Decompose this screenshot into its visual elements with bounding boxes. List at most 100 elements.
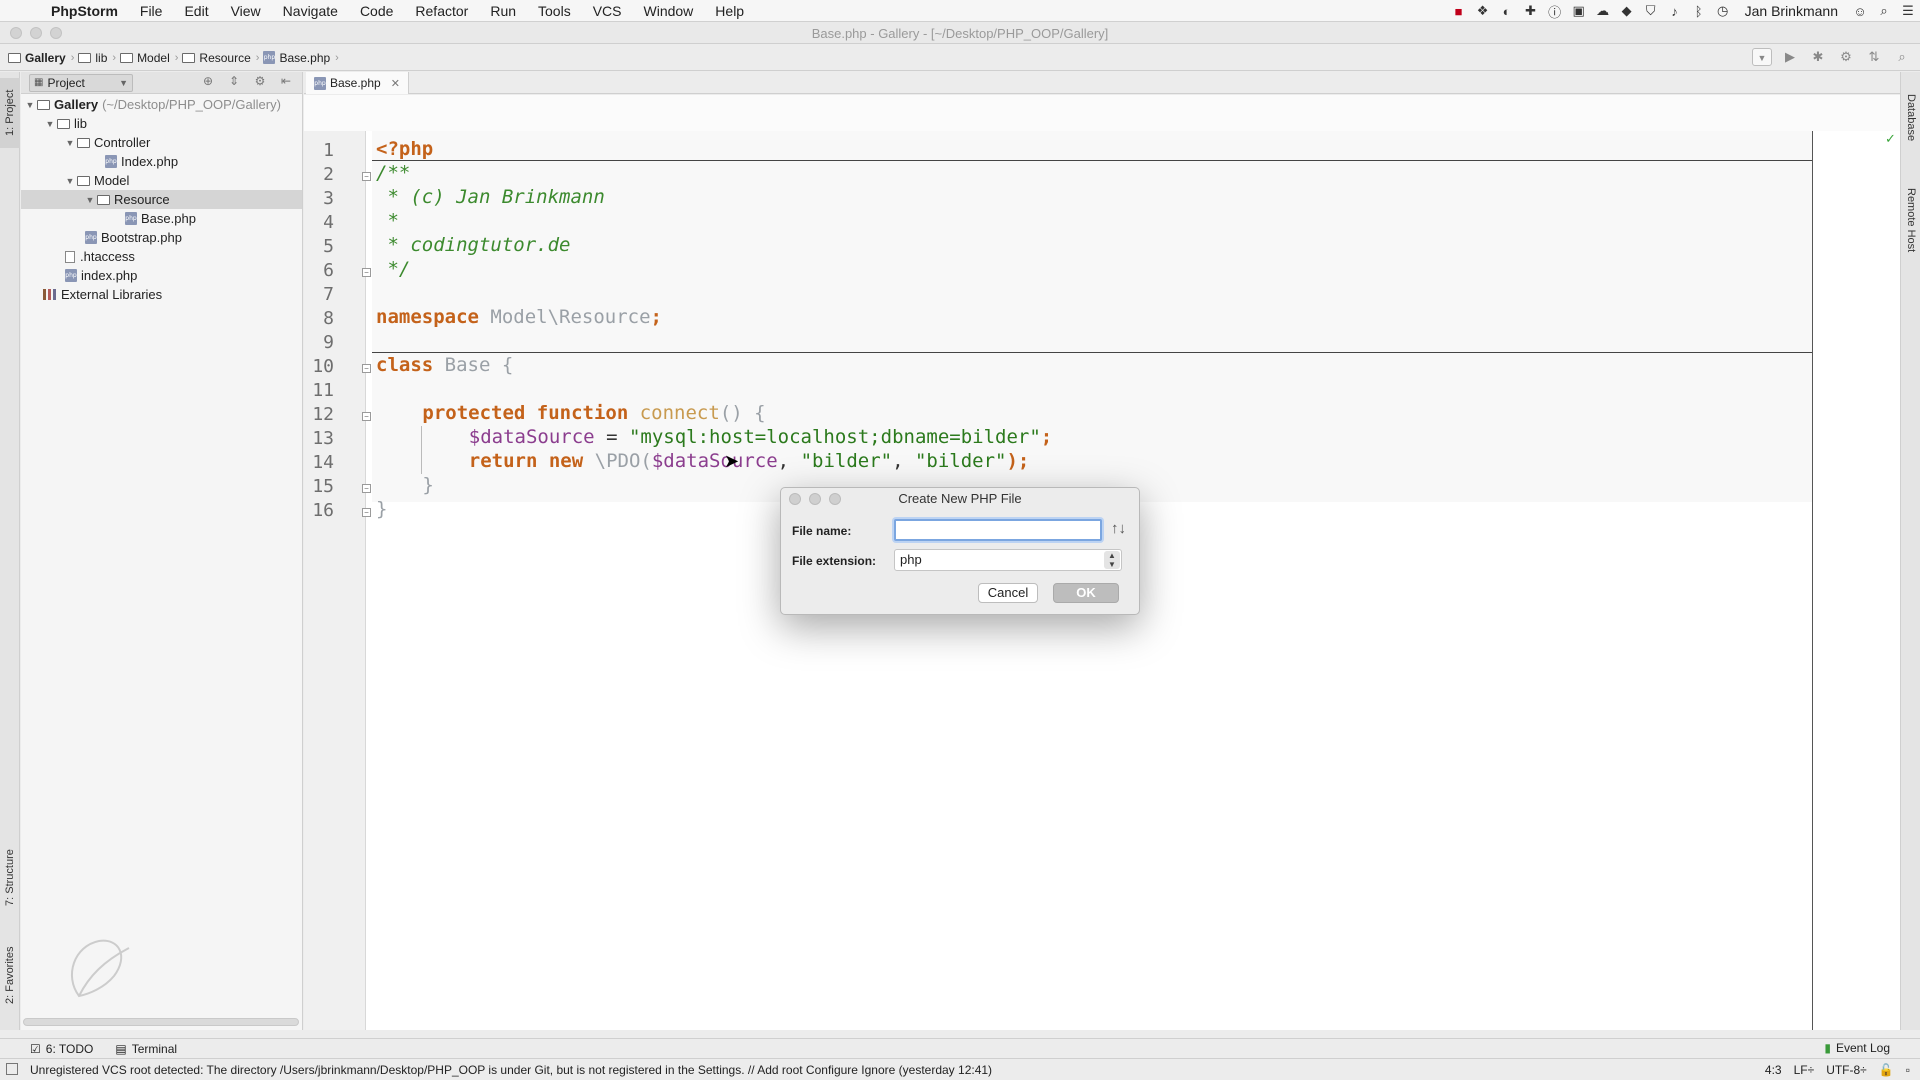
code-line-4[interactable]: * — [376, 209, 398, 233]
caret-position[interactable]: 4:3 — [1765, 1063, 1782, 1077]
expanded-arrow-icon[interactable]: ▼ — [63, 138, 77, 148]
tree-item-resource[interactable]: ▼ Resource — [21, 190, 302, 209]
hide-panel-icon[interactable]: ⇤ — [276, 74, 296, 88]
collapse-all-icon[interactable]: ⇕ — [224, 74, 244, 88]
menu-file[interactable]: File — [129, 3, 174, 19]
menu-run[interactable]: Run — [479, 3, 527, 19]
tree-item-gallery[interactable]: ▼ Gallery (~/Desktop/PHP_OOP/Gallery) — [21, 95, 302, 114]
breadcrumb-base-php[interactable]: php Base.php › — [263, 51, 339, 65]
scroll-from-source-icon[interactable]: ⊕ — [198, 74, 218, 88]
search-everywhere-icon[interactable]: ⌕ — [1892, 48, 1912, 66]
tree-item-lib[interactable]: ▼ lib — [21, 114, 302, 133]
tab-project[interactable]: 1: Project — [0, 78, 20, 148]
code-line-10[interactable]: class Base { — [376, 353, 513, 377]
tree-item-bootstrap-php[interactable]: php Bootstrap.php — [21, 228, 302, 247]
menu-tools[interactable]: Tools — [527, 3, 582, 19]
volume-icon[interactable]: ♪ — [1663, 4, 1687, 19]
tree-item-base-php[interactable]: php Base.php — [21, 209, 302, 228]
user-name[interactable]: Jan Brinkmann — [1735, 3, 1848, 19]
inspection-ok-icon[interactable]: ✓ — [1885, 131, 1896, 147]
tree-item-external-libraries[interactable]: External Libraries — [21, 285, 302, 304]
fold-marker-icon[interactable]: − — [362, 268, 371, 277]
code-line-16[interactable]: } — [376, 497, 387, 521]
fold-marker-icon[interactable]: − — [362, 484, 371, 493]
expanded-arrow-icon[interactable]: ▼ — [83, 195, 97, 205]
memory-indicator-icon[interactable]: ▫ — [1906, 1063, 1910, 1077]
menu-app-phpstorm[interactable]: PhpStorm — [40, 3, 129, 19]
menu-help[interactable]: Help — [704, 3, 755, 19]
code-line-8[interactable]: namespace Model\Resource; — [376, 305, 662, 329]
tab-favorites[interactable]: 2: Favorites — [0, 932, 20, 1018]
time-machine-icon[interactable]: ◷ — [1711, 3, 1735, 19]
plus-icon[interactable]: ✚ — [1519, 3, 1543, 19]
ok-button[interactable]: OK — [1053, 583, 1119, 603]
lock-icon[interactable]: 🔓 — [1879, 1063, 1894, 1077]
tree-item-htaccess[interactable]: .htaccess — [21, 247, 302, 266]
code-line-6[interactable]: */ — [376, 257, 410, 281]
tool-windows-toggle-icon[interactable] — [6, 1063, 18, 1075]
tab-database[interactable]: Database — [1901, 78, 1920, 158]
menu-vcs[interactable]: VCS — [582, 3, 633, 19]
code-line-1[interactable]: <?php — [376, 137, 433, 161]
breadcrumb-resource[interactable]: Resource › — [182, 51, 259, 65]
file-encoding[interactable]: UTF-8÷ — [1826, 1063, 1867, 1077]
code-line-12[interactable]: protected function connect() { — [422, 401, 765, 425]
gear-icon[interactable]: ⚙ — [250, 74, 270, 88]
breadcrumb-model[interactable]: Model › — [120, 51, 178, 65]
breadcrumb-gallery[interactable]: Gallery › — [8, 51, 74, 65]
debug-icon[interactable]: ✱ — [1808, 48, 1828, 66]
fold-marker-icon[interactable]: − — [362, 508, 371, 517]
status-message[interactable]: Unregistered VCS root detected: The dire… — [30, 1063, 992, 1077]
code-line-13[interactable]: $dataSource = "mysql:host=localhost;dbna… — [469, 425, 1052, 449]
editor-tab-base-php[interactable]: php Base.php ✕ — [306, 72, 409, 94]
horizontal-scrollbar[interactable] — [23, 1018, 299, 1026]
close-tab-icon[interactable]: ✕ — [391, 77, 400, 90]
bluetooth-icon[interactable]: ᛒ — [1687, 4, 1711, 19]
leaf-icon[interactable]: ◐ — [1495, 4, 1519, 19]
elephant-icon[interactable]: ◆ — [1615, 3, 1639, 19]
line-separator[interactable]: LF÷ — [1794, 1063, 1815, 1077]
tree-item-index-php-controller[interactable]: php Index.php — [21, 152, 302, 171]
file-extension-select[interactable]: php ▲ ▼ — [894, 549, 1122, 571]
tab-terminal[interactable]: ▤ Terminal — [115, 1042, 177, 1056]
expanded-arrow-icon[interactable]: ▼ — [43, 119, 57, 129]
info-icon[interactable]: ⓘ — [1543, 2, 1567, 21]
notification-center-icon[interactable]: ☰ — [1896, 3, 1920, 19]
code-line-2[interactable]: /** — [376, 161, 410, 185]
vcs-update-icon[interactable]: ⇅ — [1864, 48, 1884, 66]
tab-remote-host[interactable]: Remote Host — [1901, 172, 1920, 268]
book-icon[interactable]: ▣ — [1567, 3, 1591, 19]
menu-view[interactable]: View — [220, 3, 272, 19]
tree-item-model[interactable]: ▼ Model — [21, 171, 302, 190]
menu-window[interactable]: Window — [633, 3, 705, 19]
fold-marker-icon[interactable]: − — [362, 412, 371, 421]
menu-refactor[interactable]: Refactor — [404, 3, 479, 19]
code-line-3[interactable]: * (c) Jan Brinkmann — [376, 185, 604, 209]
menu-code[interactable]: Code — [349, 3, 404, 19]
cloud-icon[interactable]: ☁ — [1591, 3, 1615, 19]
cancel-button[interactable]: Cancel — [978, 583, 1038, 603]
record-icon[interactable]: ■ — [1447, 4, 1471, 19]
tree-item-controller[interactable]: ▼ Controller — [21, 133, 302, 152]
dropbox-icon[interactable]: ❖ — [1471, 3, 1495, 19]
fold-marker-icon[interactable]: − — [362, 364, 371, 373]
code-line-14[interactable]: return new \PDO($dataSource, "bilder", "… — [469, 449, 1030, 473]
project-view-selector[interactable]: ▦ Project ▼ — [29, 73, 133, 92]
menu-edit[interactable]: Edit — [173, 3, 219, 19]
tree-item-index-php[interactable]: php index.php — [21, 266, 302, 285]
code-line-15[interactable]: } — [422, 473, 433, 497]
tab-event-log[interactable]: ▮ Event Log — [1824, 1041, 1890, 1055]
file-name-input[interactable] — [894, 519, 1102, 541]
shield-icon[interactable]: ⛉ — [1639, 3, 1663, 19]
dialog-close-button[interactable] — [789, 493, 801, 505]
tab-structure[interactable]: 7: Structure — [0, 836, 20, 920]
fold-marker-icon[interactable]: − — [362, 172, 371, 181]
breadcrumb-lib[interactable]: lib › — [78, 51, 116, 65]
coverage-icon[interactable]: ⚙ — [1836, 48, 1856, 66]
code-line-5[interactable]: * codingtutor.de — [376, 233, 570, 257]
run-configuration-dropdown-icon[interactable]: ▼ — [1752, 48, 1772, 66]
user-icon[interactable]: ☺ — [1848, 4, 1872, 19]
tab-todo[interactable]: ☑ 6: TODO — [30, 1042, 93, 1056]
menu-navigate[interactable]: Navigate — [272, 3, 349, 19]
expanded-arrow-icon[interactable]: ▼ — [63, 176, 77, 186]
